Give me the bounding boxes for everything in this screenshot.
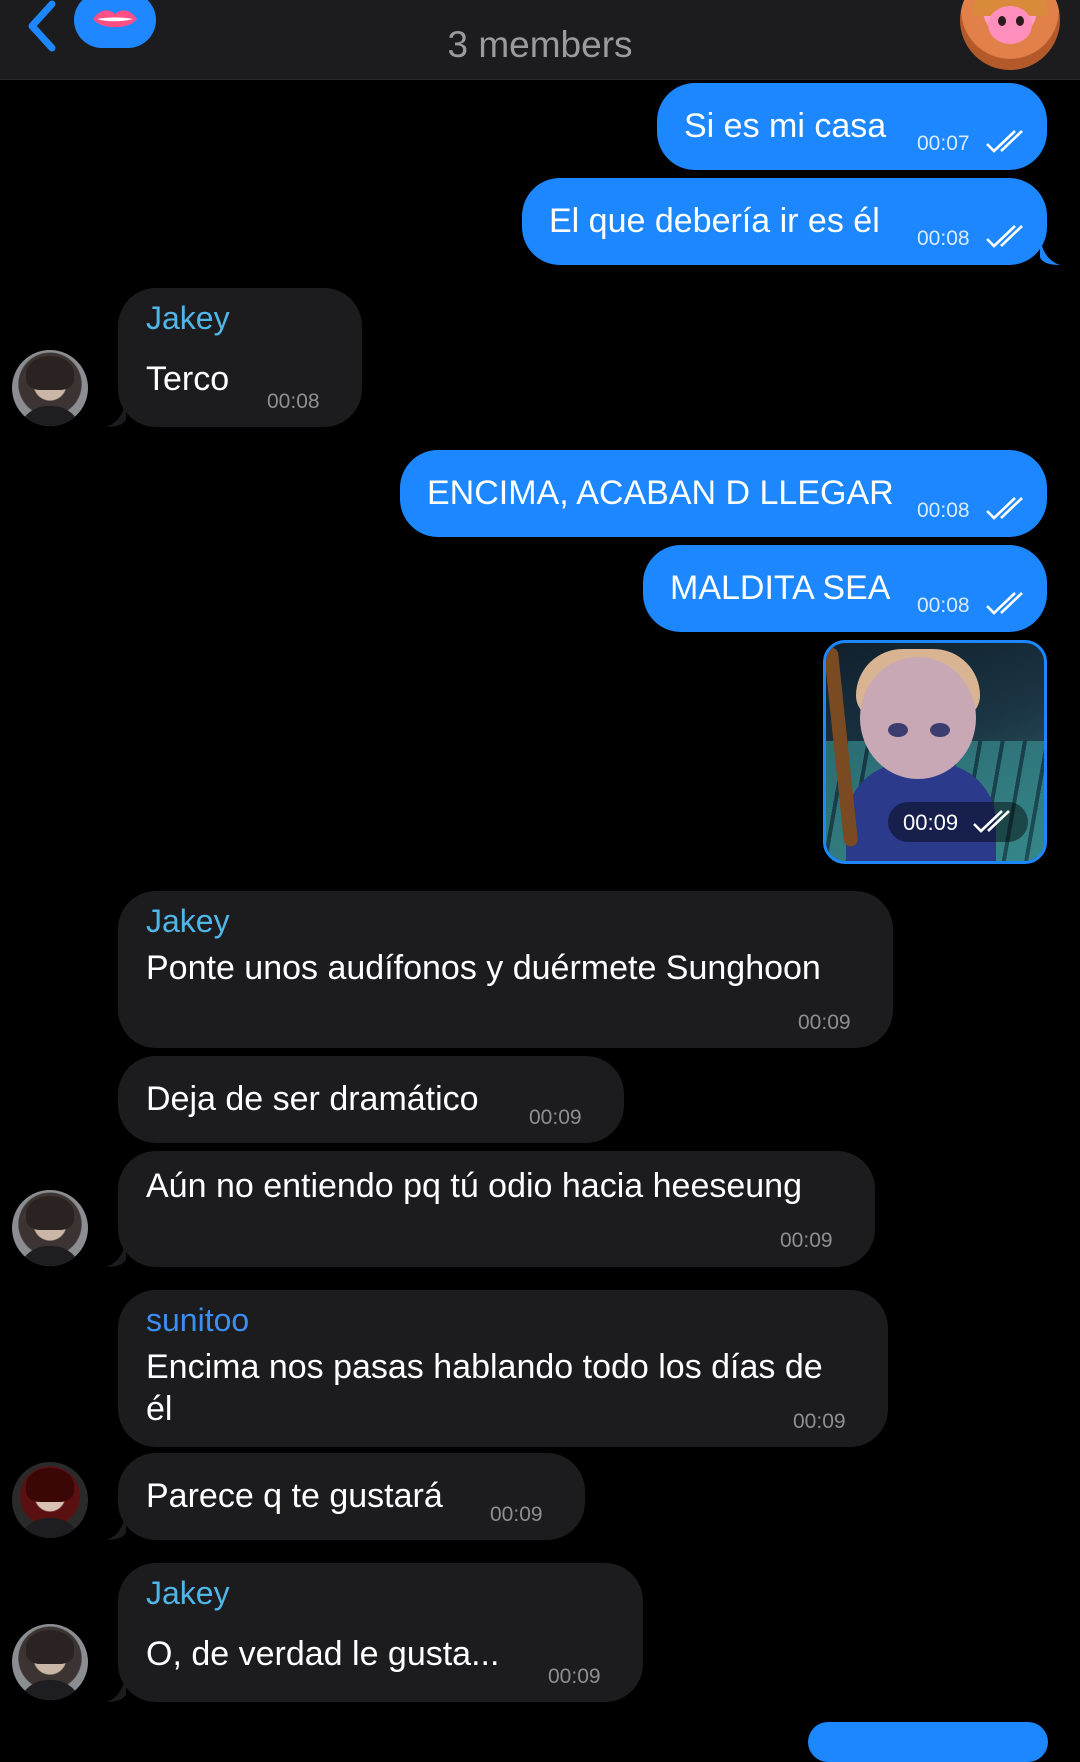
chat-header: 3 members <box>0 0 1080 80</box>
avatar-jakey[interactable] <box>12 350 88 426</box>
incoming-message[interactable]: Jakey Terco 00:08 <box>118 288 362 427</box>
message-time: 00:09 <box>793 1410 846 1433</box>
message-text-line: Encima nos pasas hablando todo los días … <box>146 1348 823 1386</box>
incoming-message[interactable]: Jakey Ponte unos audífonos y duérmete Su… <box>118 891 893 1048</box>
double-check-icon <box>986 130 1023 153</box>
incoming-message[interactable]: Jakey O, de verdad le gusta... 00:09 <box>118 1563 643 1702</box>
double-check-icon <box>986 497 1023 520</box>
sender-name[interactable]: Jakey <box>146 1575 230 1612</box>
message-time: 00:09 <box>548 1665 601 1688</box>
message-time: 00:09 <box>780 1229 833 1252</box>
outgoing-message-partial[interactable] <box>808 1722 1048 1762</box>
message-text: O, de verdad le gusta... <box>146 1635 500 1673</box>
photo-time-badge: 00:09 <box>888 802 1028 842</box>
outgoing-message[interactable]: ENCIMA, ACABAN D LLEGAR 00:08 <box>400 450 1047 537</box>
double-check-icon <box>986 592 1023 615</box>
outgoing-message[interactable]: Si es mi casa 00:07 <box>657 83 1047 170</box>
bubble-tail <box>106 1239 126 1267</box>
avatar-jakey[interactable] <box>12 1190 88 1266</box>
message-text: Terco <box>146 360 230 398</box>
message-time: 00:08 <box>917 594 970 617</box>
double-check-icon <box>986 225 1023 248</box>
message-text-line: él <box>146 1390 173 1428</box>
bubble-tail <box>106 399 126 427</box>
message-text: ENCIMA, ACABAN D LLEGAR <box>427 474 894 512</box>
sender-name[interactable]: sunitoo <box>146 1302 249 1339</box>
member-count: 3 members <box>447 24 633 65</box>
sender-name[interactable]: Jakey <box>146 300 230 337</box>
message-time: 00:07 <box>917 132 970 155</box>
message-time: 00:09 <box>529 1106 582 1129</box>
message-time: 00:09 <box>903 810 959 835</box>
incoming-message[interactable]: Aún no entiendo pq tú odio hacia heeseun… <box>118 1151 875 1267</box>
bubble-tail <box>1040 237 1060 265</box>
message-time: 00:08 <box>267 390 320 413</box>
sender-name[interactable]: Jakey <box>146 903 230 940</box>
outgoing-message[interactable]: El que debería ir es él 00:08 <box>522 178 1047 265</box>
incoming-message[interactable]: sunitoo Encima nos pasas hablando todo l… <box>118 1290 888 1447</box>
incoming-message[interactable]: Deja de ser dramático 00:09 <box>118 1056 624 1143</box>
message-time: 00:08 <box>917 227 970 250</box>
bubble-tail <box>106 1512 126 1540</box>
double-check-icon <box>973 810 1010 833</box>
message-text: Ponte unos audífonos y duérmete Sunghoon <box>146 949 821 987</box>
message-text: MALDITA SEA <box>670 569 891 607</box>
message-time: 00:09 <box>490 1503 543 1526</box>
incoming-message[interactable]: Parece q te gustará 00:09 <box>118 1453 585 1540</box>
avatar-jakey[interactable] <box>12 1624 88 1700</box>
message-text: El que debería ir es él <box>549 202 880 240</box>
message-time: 00:09 <box>798 1011 851 1034</box>
outgoing-message[interactable]: MALDITA SEA 00:08 <box>643 545 1047 632</box>
message-text: Deja de ser dramático <box>146 1080 479 1118</box>
message-text: Aún no entiendo pq tú odio hacia heeseun… <box>146 1167 802 1205</box>
bubble-tail <box>106 1674 126 1702</box>
message-text: Parece q te gustará <box>146 1477 443 1515</box>
avatar-sunitoo[interactable] <box>12 1462 88 1538</box>
message-time: 00:08 <box>917 499 970 522</box>
message-text: Si es mi casa <box>684 107 887 145</box>
